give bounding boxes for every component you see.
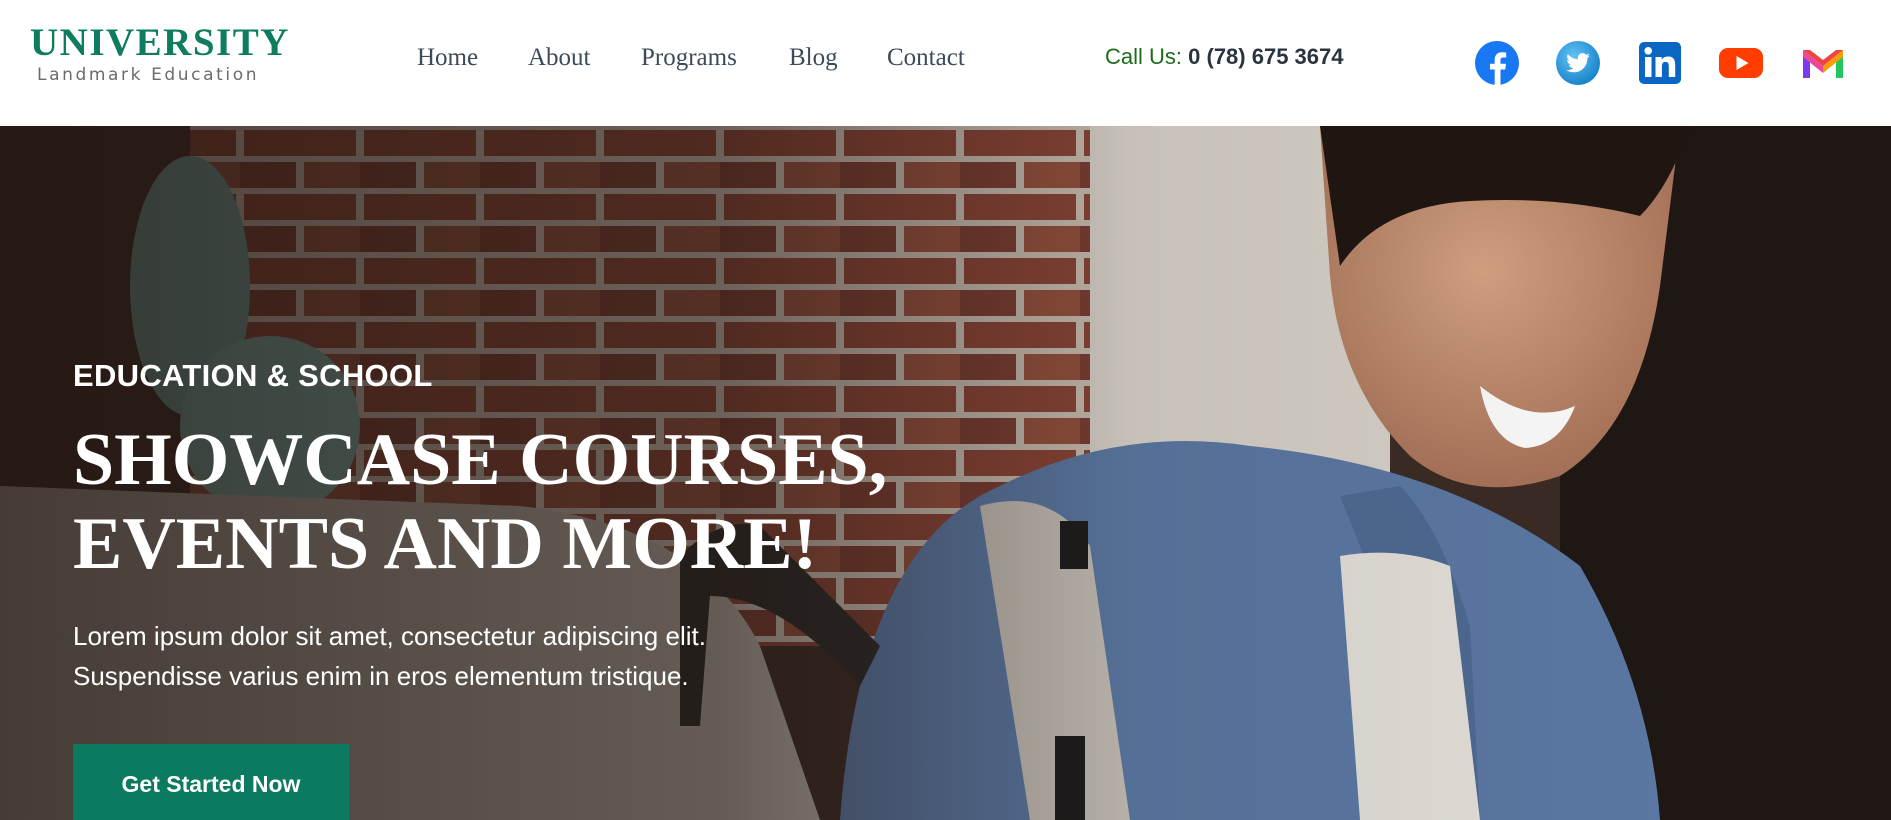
hero-headline: SHOWCASE COURSES, EVENTS AND MORE! (73, 418, 973, 586)
gmail-icon[interactable] (1800, 40, 1846, 86)
nav-contact[interactable]: Contact (887, 40, 965, 76)
call-us[interactable]: Call Us: 0 (78) 675 3674 (1105, 42, 1343, 72)
hero-description-line-1: Lorem ipsum dolor sit amet, consectetur … (73, 621, 706, 651)
phone-number: 0 (78) 675 3674 (1188, 44, 1344, 69)
logo-subtitle: Landmark Education (37, 65, 260, 85)
twitter-icon[interactable] (1555, 40, 1601, 86)
facebook-icon[interactable] (1474, 40, 1520, 86)
hero-section: EDUCATION & SCHOOL SHOWCASE COURSES, EVE… (0, 126, 1891, 820)
site-header: UNIVERSITY Landmark Education Home About… (0, 0, 1891, 126)
logo-title: UNIVERSITY (30, 21, 290, 64)
get-started-button[interactable]: Get Started Now (73, 744, 349, 820)
hero-description: Lorem ipsum dolor sit amet, consectetur … (73, 616, 853, 696)
hero-description-line-2: Suspendisse varius enim in eros elementu… (73, 661, 689, 691)
nav-programs[interactable]: Programs (641, 40, 737, 76)
hero-headline-line-1: SHOWCASE COURSES, (73, 419, 888, 501)
nav-home[interactable]: Home (417, 40, 478, 76)
linkedin-icon[interactable] (1637, 40, 1683, 86)
nav-about[interactable]: About (528, 40, 591, 76)
logo[interactable]: UNIVERSITY Landmark Education (30, 22, 290, 86)
call-us-label: Call Us: (1105, 44, 1183, 69)
nav-blog[interactable]: Blog (789, 40, 838, 76)
hero-headline-line-2: EVENTS AND MORE! (73, 503, 818, 585)
hero-eyebrow: EDUCATION & SCHOOL (73, 358, 433, 393)
youtube-icon[interactable] (1718, 40, 1764, 86)
